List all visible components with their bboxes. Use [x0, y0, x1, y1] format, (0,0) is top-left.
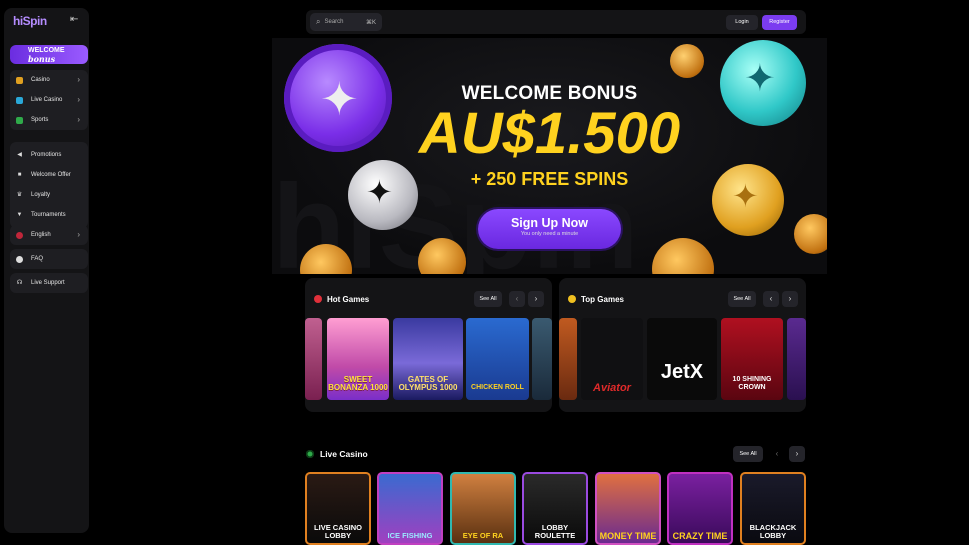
sidebar-item-welcome-offer[interactable]: ■ Welcome Offer	[10, 165, 88, 185]
sidebar-item-live-support[interactable]: ☊ Live Support	[10, 273, 88, 293]
sidebar-item-label: Welcome Offer	[31, 172, 71, 178]
sign-up-sublabel: You only need a minute	[520, 231, 579, 237]
sidebar-item-sports[interactable]: Sports ›	[10, 110, 88, 130]
game-tile-chicken-roll[interactable]: CHICKEN ROLL	[466, 318, 529, 400]
sports-icon	[16, 116, 23, 124]
register-button[interactable]: Register	[762, 15, 797, 30]
live-casino-see-all-button[interactable]: See All	[733, 446, 763, 462]
hot-games-prev-button[interactable]: ‹	[509, 291, 525, 307]
language-selector[interactable]: English ›	[10, 225, 88, 245]
sidebar-item-label: Sports	[31, 117, 49, 123]
chevron-right-icon: ›	[77, 230, 80, 239]
hot-games-next-button[interactable]: ›	[528, 291, 544, 307]
headset-icon: ☊	[16, 279, 23, 286]
login-button[interactable]: Login	[726, 15, 758, 30]
search-icon: ⌕	[316, 17, 321, 26]
sidebar: hiSpin ⇤ WELCOME bonus Casino › Live Cas…	[4, 8, 89, 533]
sign-up-button[interactable]: Sign Up Now You only need a minute	[478, 209, 621, 249]
game-tile-partial-right[interactable]	[532, 318, 552, 400]
search-input[interactable]: ⌕ Search ⌘K	[310, 13, 382, 31]
welcome-bonus-banner[interactable]: WELCOME bonus	[10, 45, 88, 64]
sidebar-item-loyalty[interactable]: ♛ Loyalty	[10, 185, 88, 205]
sidebar-item-label: Casino	[31, 77, 50, 83]
hot-games-panel: Hot Games See All ‹ › SWEET BONANZA 1000…	[305, 278, 552, 412]
search-placeholder: Search	[324, 19, 344, 25]
sidebar-item-live-casino[interactable]: Live Casino ›	[10, 90, 88, 110]
live-game-live-casino-lobby[interactable]: LIVE CASINO LOBBY	[305, 472, 371, 545]
hero-banner[interactable]: hiSpin ✦ ✦ ✦ ✦ WELCOME BONUS AU$1.500 + …	[272, 38, 827, 274]
star-icon	[568, 295, 576, 303]
game-tile-sweet-bonanza[interactable]: SWEET BONANZA 1000	[327, 318, 389, 400]
sign-up-label: Sign Up Now	[510, 216, 589, 230]
gold-coin-bottom-right	[652, 238, 714, 274]
sidebar-item-label: Live Support	[31, 280, 65, 286]
live-casino-icon	[306, 450, 314, 458]
top-games-next-button[interactable]: ›	[782, 291, 798, 307]
hero-free-spins: + 250 FREE SPINS	[470, 169, 629, 189]
top-games-see-all-button[interactable]: See All	[728, 291, 756, 307]
trophy-icon: ▼	[16, 211, 23, 218]
gold-coin-edge	[794, 214, 827, 254]
game-tile-jetx[interactable]: JetX	[647, 318, 717, 400]
live-game-ice-fishing[interactable]: ICE FISHING	[377, 472, 443, 545]
collapse-sidebar-icon[interactable]: ⇤	[70, 14, 78, 25]
sidebar-item-tournaments[interactable]: ▼ Tournaments	[10, 205, 88, 225]
sidebar-item-language[interactable]: English ›	[10, 225, 88, 245]
chevron-right-icon: ›	[77, 95, 80, 104]
gift-icon: ■	[17, 171, 22, 178]
game-tile-shining-crown[interactable]: 10 SHINING CROWN	[721, 318, 783, 400]
game-tile-partial-right[interactable]	[787, 318, 806, 400]
gold-coin-small	[670, 44, 704, 78]
live-game-lobby-roulette[interactable]: LOBBY ROULETTE	[522, 472, 588, 545]
hispin-logo[interactable]: hiSpin	[13, 14, 47, 28]
chevron-right-icon: ›	[77, 75, 80, 84]
hot-games-title: Hot Games	[327, 295, 370, 304]
sidebar-item-label: Tournaments	[31, 212, 66, 218]
sidebar-item-casino[interactable]: Casino ›	[10, 70, 88, 90]
language-label: English	[31, 232, 51, 238]
live-game-crazy-time[interactable]: CRAZY TIME	[667, 472, 733, 545]
flame-icon	[314, 295, 322, 303]
slot-icon	[16, 76, 23, 84]
faq-item[interactable]: FAQ	[10, 249, 88, 269]
top-games-prev-button[interactable]: ‹	[763, 291, 779, 307]
top-games-title: Top Games	[581, 295, 624, 304]
sidebar-item-faq[interactable]: FAQ	[10, 249, 88, 269]
live-game-money-time[interactable]: MONEY TIME	[595, 472, 661, 545]
uk-flag-icon	[16, 231, 23, 239]
chevron-right-icon: ›	[77, 115, 80, 124]
welcome-banner-line2: bonus	[28, 54, 56, 64]
nav-group-promos: ◀ Promotions ■ Welcome Offer ♛ Loyalty ▼…	[10, 142, 88, 228]
hot-games-see-all-button[interactable]: See All	[474, 291, 502, 307]
game-tile-partial-left[interactable]	[559, 318, 577, 400]
search-shortcut: ⌘K	[365, 19, 376, 26]
live-casino-prev-button[interactable]: ‹	[769, 446, 785, 462]
sidebar-item-label: Promotions	[31, 152, 62, 158]
live-casino-title: Live Casino	[320, 449, 368, 459]
sidebar-item-promotions[interactable]: ◀ Promotions	[10, 145, 88, 165]
top-games-panel: Top Games See All ‹ › Aviator JetX 10 SH…	[559, 278, 806, 412]
top-bar: ⌕ Search ⌘K Login Register	[306, 10, 806, 34]
game-tile-partial-left[interactable]	[305, 318, 322, 400]
live-game-eye-of-ra[interactable]: EYE OF RA	[450, 472, 516, 545]
game-tile-gates-of-olympus[interactable]: GATES OF OLYMPUS 1000	[393, 318, 463, 400]
sidebar-item-label: Live Casino	[31, 97, 63, 103]
megaphone-icon: ◀	[17, 151, 22, 158]
question-icon	[16, 255, 23, 263]
live-icon	[16, 96, 23, 104]
crown-icon: ♛	[16, 191, 23, 198]
support-item[interactable]: ☊ Live Support	[10, 273, 88, 293]
nav-group-games: Casino › Live Casino › Sports ›	[10, 70, 88, 130]
live-game-blackjack-lobby[interactable]: BLACKJACK LOBBY	[740, 472, 806, 545]
game-tile-aviator[interactable]: Aviator	[581, 318, 643, 400]
live-casino-next-button[interactable]: ›	[789, 446, 805, 462]
hero-amount: AU$1.500	[418, 101, 681, 166]
sidebar-item-label: Loyalty	[31, 192, 51, 198]
sidebar-item-label: FAQ	[31, 256, 44, 262]
